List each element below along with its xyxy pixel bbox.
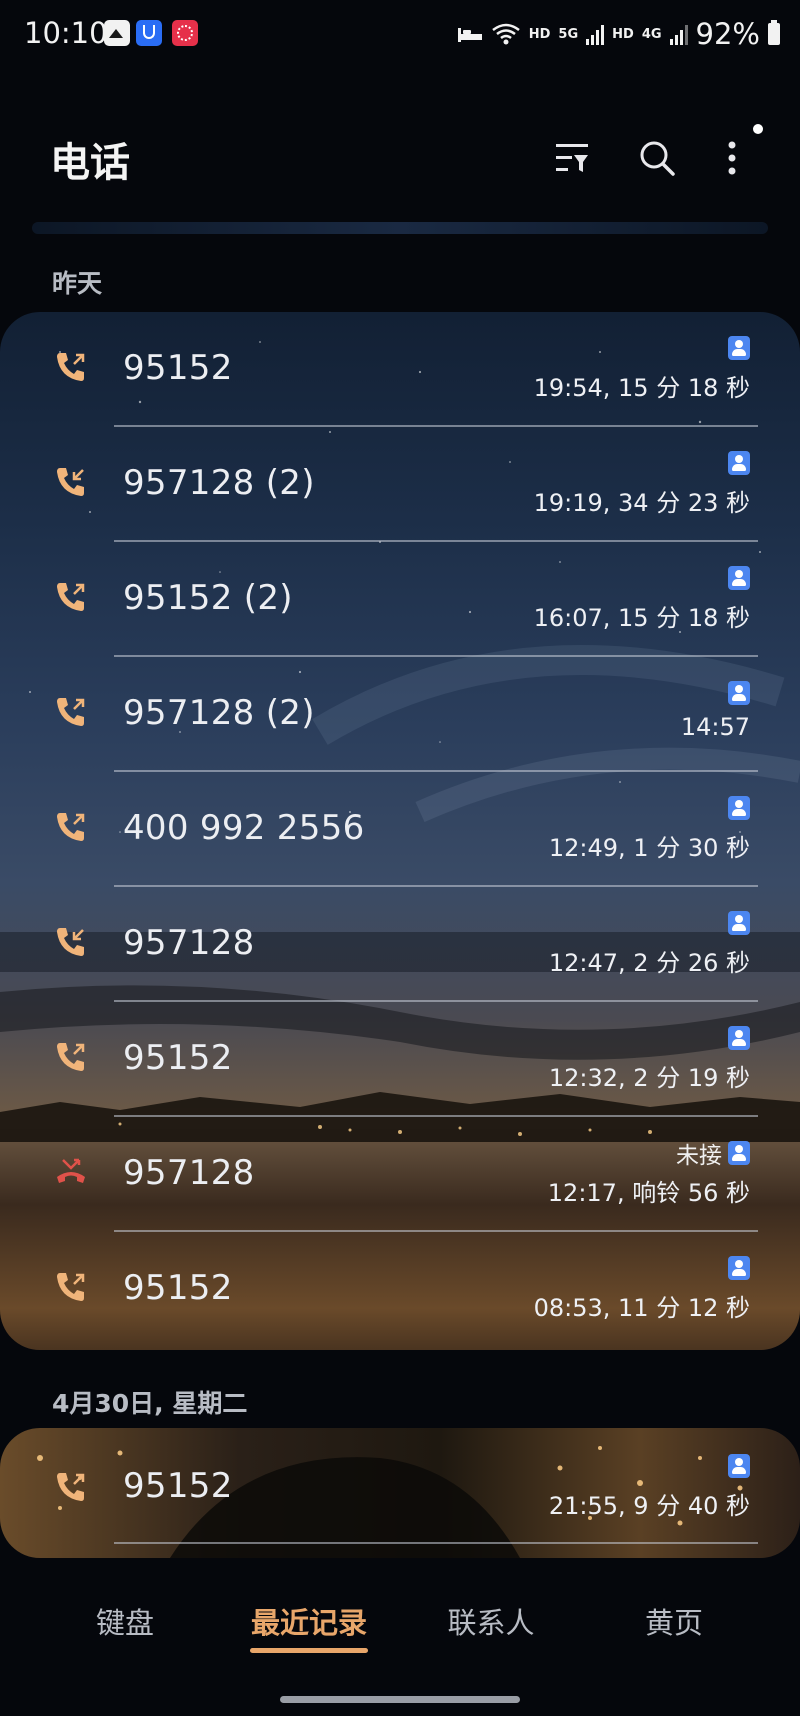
incoming-call-icon [54, 925, 88, 959]
call-row[interactable]: 95152 21:55, 9 分 40 秒 [0, 1428, 800, 1544]
notification-dot [753, 124, 763, 134]
call-details: 08:53, 11 分 12 秒 [534, 1254, 750, 1323]
search-button[interactable] [633, 134, 681, 182]
call-row[interactable]: 95152 12:32, 2 分 19 秒 [0, 1002, 800, 1117]
contact-badge-icon[interactable] [728, 911, 750, 935]
outgoing-call-icon [54, 810, 88, 844]
contact-badge-icon[interactable] [728, 796, 750, 820]
row-divider [114, 1542, 758, 1544]
filter-button[interactable] [548, 134, 596, 182]
contact-badge-icon[interactable] [728, 336, 750, 360]
call-row[interactable]: 957128 12:47, 2 分 26 秒 [0, 887, 800, 1002]
outgoing-call-icon [54, 580, 88, 614]
status-time: 10:10 [24, 16, 108, 50]
battery-percent: 92% [695, 17, 760, 51]
signal-4g-icon [669, 23, 688, 45]
call-number: 957128 [123, 1153, 255, 1193]
missed-call-icon [54, 1155, 88, 1189]
contact-badge-icon[interactable] [728, 1454, 750, 1478]
call-time-duration: 12:17, 响铃 56 秒 [547, 1179, 750, 1207]
status-right: HD 5G HD 4G 92% [457, 16, 780, 52]
call-details: 未接 12:17, 响铃 56 秒 [548, 1139, 750, 1208]
call-details: 12:47, 2 分 26 秒 [549, 909, 750, 978]
call-number: 400 992 2556 [123, 808, 365, 848]
battery-icon [768, 20, 780, 45]
search-icon [640, 141, 675, 176]
outgoing-call-icon [54, 1040, 88, 1074]
call-time-duration: 14:57 [680, 713, 750, 741]
tab-keypad[interactable]: 键盘 [96, 1600, 154, 1642]
section-header-date: 4月30日, 星期二 [52, 1389, 248, 1418]
more-vertical-icon [728, 141, 736, 175]
section-header-yesterday: 昨天 [52, 269, 103, 298]
call-row[interactable]: 400 992 2556 12:49, 1 分 30 秒 [0, 772, 800, 887]
contact-badge-icon[interactable] [728, 1256, 750, 1280]
contact-badge-icon[interactable] [728, 681, 750, 705]
call-details: 12:49, 1 分 30 秒 [549, 794, 750, 863]
contact-badge-icon[interactable] [728, 1026, 750, 1050]
call-time-duration: 21:55, 9 分 40 秒 [548, 1492, 750, 1520]
outgoing-call-icon [54, 695, 88, 729]
call-row[interactable]: 957128 (2) 19:19, 34 分 23 秒 [0, 427, 800, 542]
call-details: 19:19, 34 分 23 秒 [534, 449, 750, 518]
more-options-button[interactable] [708, 134, 756, 182]
signal-5g-icon [586, 23, 605, 45]
call-time-duration: 08:53, 11 分 12 秒 [533, 1294, 750, 1322]
network-hd2-label: HD [612, 26, 634, 42]
call-number: 957128 (2) [123, 463, 315, 503]
filter-icon [556, 144, 588, 172]
tab-yellow-pages[interactable]: 黄页 [645, 1600, 703, 1642]
contact-badge-icon[interactable] [728, 451, 750, 475]
call-row[interactable]: 95152 08:53, 11 分 12 秒 [0, 1232, 800, 1347]
call-row[interactable]: 957128 (2) 14:57 [0, 657, 800, 772]
call-number: 95152 [123, 348, 233, 388]
contact-badge-icon[interactable] [728, 566, 750, 590]
wifi-icon [491, 22, 521, 46]
active-tab-indicator [250, 1648, 368, 1653]
contact-badge-icon[interactable] [728, 1141, 750, 1165]
bottom-navigation: 键盘 最近记录 联系人 黄页 [0, 1600, 800, 1660]
call-time-duration: 19:54, 15 分 18 秒 [533, 374, 750, 402]
network-4g-label: 4G [641, 26, 662, 42]
call-details: 14:57 [681, 679, 750, 741]
call-time-duration: 12:49, 1 分 30 秒 [548, 834, 750, 862]
call-details: 21:55, 9 分 40 秒 [549, 1452, 750, 1521]
gallery-notification-icon [104, 20, 130, 46]
outgoing-call-icon [54, 1470, 88, 1504]
network-5g-label: 5G [558, 26, 579, 42]
call-details: 19:54, 15 分 18 秒 [534, 334, 750, 403]
scroll-top-edge [32, 222, 768, 234]
call-details: 16:07, 15 分 18 秒 [534, 564, 750, 633]
tab-recents[interactable]: 最近记录 [251, 1600, 367, 1642]
security-app-notification-icon [136, 20, 162, 46]
status-bar: 10:10 HD 5G HD 4G 92% [0, 0, 800, 70]
call-row[interactable]: 95152 19:54, 15 分 18 秒 [0, 312, 800, 427]
outgoing-call-icon [54, 350, 88, 384]
call-row[interactable]: 95152 (2) 16:07, 15 分 18 秒 [0, 542, 800, 657]
call-number: 95152 (2) [123, 578, 293, 618]
call-number: 95152 [123, 1466, 233, 1506]
call-log-card-yesterday: 95152 19:54, 15 分 18 秒 957128 (2) 19:19,… [0, 312, 800, 1350]
home-indicator[interactable] [280, 1696, 520, 1703]
call-time-duration: 19:19, 34 分 23 秒 [533, 489, 750, 517]
outgoing-call-icon [54, 1270, 88, 1304]
app-notification-icon [172, 20, 198, 46]
page-title: 电话 [50, 140, 130, 186]
call-row[interactable]: 957128 未接 12:17, 响铃 56 秒 [0, 1117, 800, 1232]
call-number: 957128 (2) [123, 693, 315, 733]
call-time-duration: 12:32, 2 分 19 秒 [548, 1064, 750, 1092]
incoming-call-icon [54, 465, 88, 499]
call-number: 95152 [123, 1268, 233, 1308]
tab-contacts[interactable]: 联系人 [447, 1600, 534, 1642]
call-log-card-april-30: 95152 21:55, 9 分 40 秒 [0, 1428, 800, 1558]
call-time-duration: 12:47, 2 分 26 秒 [548, 949, 750, 977]
call-status: 未接 [676, 1143, 722, 1169]
call-number: 95152 [123, 1038, 233, 1078]
network-hd-label: HD [528, 26, 551, 42]
sleep-mode-icon [457, 24, 483, 44]
call-number: 957128 [123, 923, 255, 963]
call-details: 12:32, 2 分 19 秒 [549, 1024, 750, 1093]
call-time-duration: 16:07, 15 分 18 秒 [533, 604, 750, 632]
